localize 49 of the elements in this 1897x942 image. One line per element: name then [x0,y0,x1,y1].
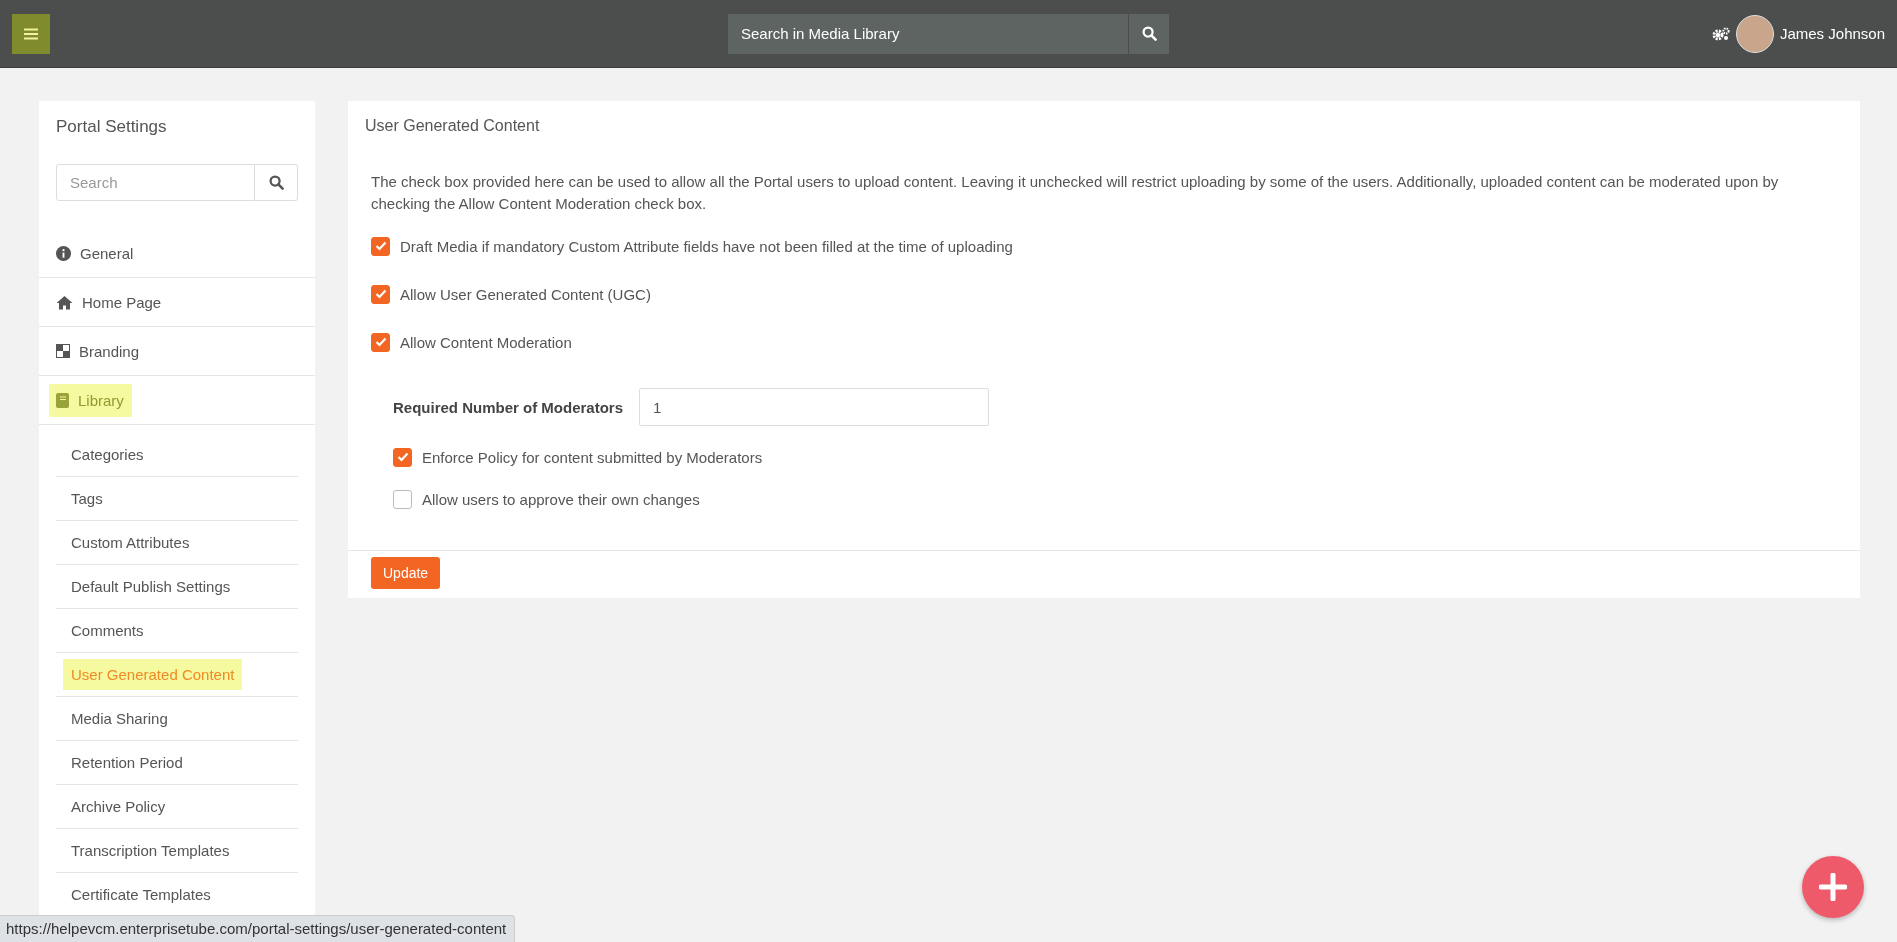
sidebar-item[interactable]: Home Page [49,285,170,319]
sidebar-item[interactable]: General [49,236,142,270]
field-label: Required Number of Moderators [393,398,624,416]
user-name[interactable]: James Johnson [1779,25,1885,42]
media-search-field[interactable]: Search in Media Library [728,13,1128,54]
submenu-item[interactable]: Categories [63,439,152,470]
submenu-item[interactable]: Archive Policy [63,791,174,822]
checkbox[interactable] [393,447,412,467]
menu-icon [24,27,38,40]
submenu-item[interactable]: Custom Attributes [63,527,198,558]
submenu-item[interactable]: Certificate Templates [63,879,219,910]
add-button[interactable] [1802,856,1864,918]
sidebar-item[interactable]: Branding [49,334,148,368]
sidebar-title: Portal Settings [55,117,168,137]
submenu-item[interactable]: Media Sharing [63,703,176,734]
avatar[interactable] [1735,14,1774,53]
check-icon [374,241,387,251]
description-text: The check box provided here can be used to allow all the Portal users to upload content. Leaving it unchecked will restrict uploading by some of the users. Additionally, uploaded content can be moderated upon by checking the Allow Content Moderation check box. [371,172,1780,214]
checkbox-label: Allow User Generated Content (UGC) [400,285,651,303]
home-icon [56,294,73,310]
checkbox-label: Allow Content Moderation [400,333,572,351]
checkbox[interactable] [393,489,412,509]
check-icon [374,289,387,299]
checkbox[interactable] [371,332,390,352]
submenu-item[interactable]: Default Publish Settings [63,571,239,602]
checkbox[interactable] [371,284,390,304]
search-button[interactable] [1128,13,1169,54]
moderators-input-field[interactable]: 1 [639,388,990,426]
check-icon [374,337,387,347]
menu-button[interactable] [12,13,50,54]
panel-title: User Generated Content [364,116,541,136]
gears-icon[interactable] [1711,26,1730,41]
info-icon [56,245,71,261]
book-icon [56,392,69,408]
submenu-item[interactable]: Transcription Templates [63,835,238,866]
search-icon [268,175,284,190]
checkbox-label: Allow users to approve their own changes [422,490,700,508]
checkered-square-icon [56,344,70,358]
checkbox[interactable] [371,236,390,256]
submenu-item[interactable]: Comments [63,615,152,646]
checkbox-label: Draft Media if mandatory Custom Attribute fields have not been filled at the time of uploading [400,237,1013,255]
checkbox-label: Enforce Policy for content submitted by Moderators [422,448,763,466]
settings-search-field[interactable]: Search [56,164,255,201]
plus-icon [1819,873,1847,901]
search-icon [1141,26,1157,41]
check-icon [396,452,409,462]
submenu-item[interactable]: Tags [63,483,111,514]
submenu-item[interactable]: Retention Period [63,747,191,778]
status-url: https://helpevcm.enterprisetube.com/portal-settings/user-generated-content [0,915,516,942]
